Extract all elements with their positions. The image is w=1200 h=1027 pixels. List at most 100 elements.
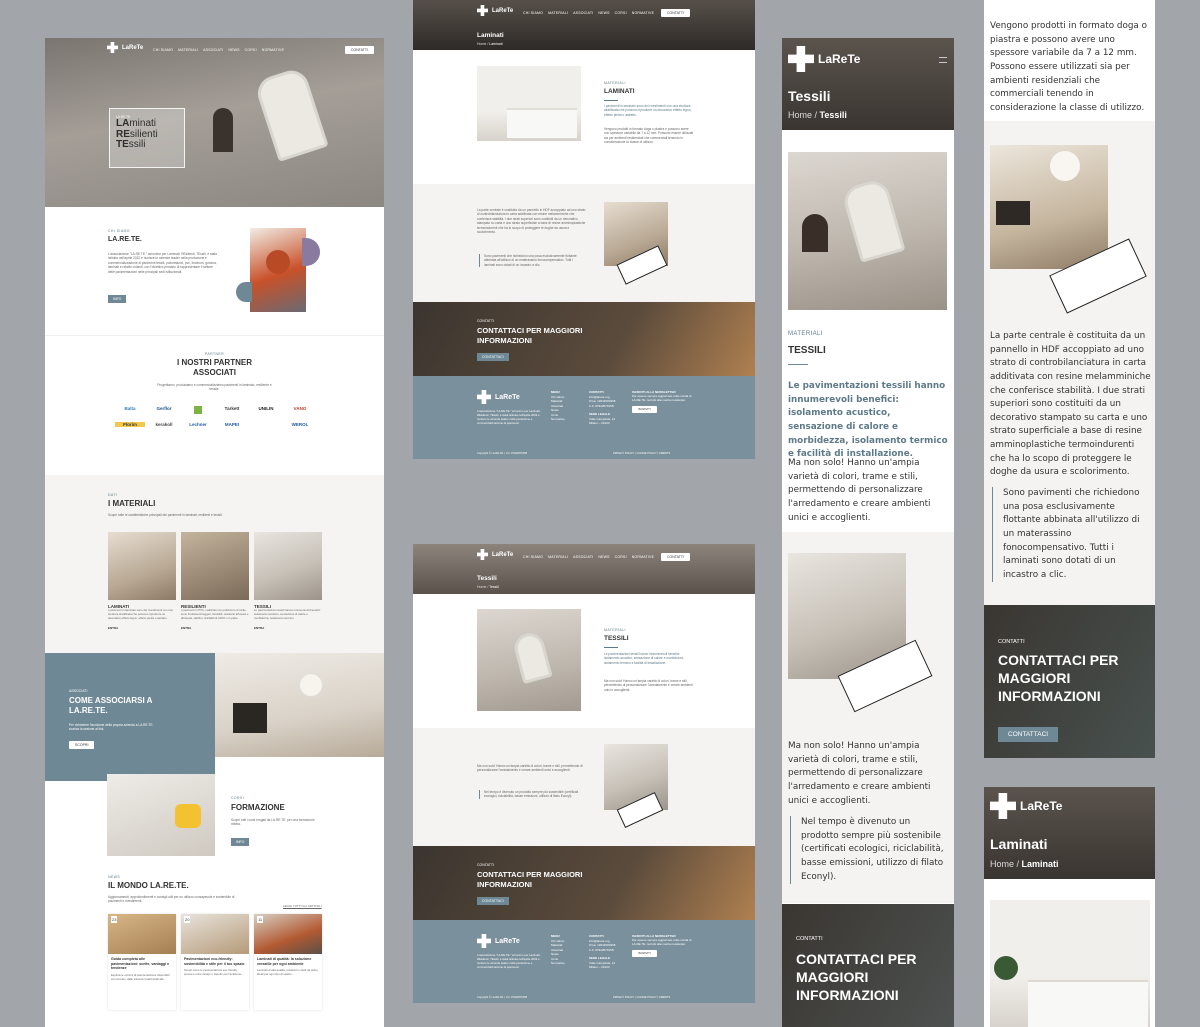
- tessili-title: TESSILI: [788, 345, 826, 356]
- breadcrumb-home[interactable]: Home: [477, 585, 486, 589]
- tessili-hero: LaReTe CHI SIAMO MATERIALI ASSOCIATI NEW…: [413, 544, 755, 594]
- nav-item-corsi[interactable]: CORSI: [615, 555, 627, 559]
- newsletter-button[interactable]: ISCRIVITI: [632, 949, 657, 958]
- newsletter-button[interactable]: ISCRIVITI: [632, 405, 657, 414]
- logo-text: LaReTe: [495, 937, 520, 945]
- material-card-photo: [254, 532, 322, 600]
- footer-legal-links[interactable]: PRIVACY POLICY | COOKIE POLICY | CREDITS: [613, 996, 670, 999]
- footer-contacts: CONTATTI info@larete.org P.Iva: 13642060…: [589, 934, 615, 970]
- laminati-hero: LaReTe CHI SIAMO MATERIALI ASSOCIATI NEW…: [413, 0, 755, 50]
- hamburger-menu-icon[interactable]: [939, 57, 947, 63]
- footer-legal-links[interactable]: PRIVACY POLICY | COOKIE POLICY | CREDITS: [613, 452, 670, 455]
- about-shape-slate: [236, 282, 252, 302]
- associate-button[interactable]: SCOPRI: [69, 741, 95, 749]
- about-info-button[interactable]: INFO: [108, 295, 127, 303]
- nav-item-news[interactable]: NEWS: [598, 555, 609, 559]
- nav-item-associati[interactable]: ASSOCIATI: [573, 11, 593, 15]
- contact-title: CONTATTACI PER MAGGIORI INFORMAZIONI: [477, 870, 583, 889]
- pendant-lamp: [299, 673, 323, 697]
- site-logo[interactable]: LaReTe: [477, 549, 513, 560]
- training-info-button[interactable]: INFO: [231, 838, 250, 846]
- partner-logo-vano[interactable]: VANO: [285, 406, 315, 414]
- material-card-tessili[interactable]: TESSILI Le pavimentazioni tessili hanno …: [254, 532, 322, 630]
- footer-logo[interactable]: LaReTe: [477, 390, 520, 404]
- site-logo[interactable]: LaReTe: [990, 793, 1062, 819]
- laminati-intro-photo: [990, 900, 1150, 1027]
- breadcrumb-home[interactable]: Home: [788, 110, 812, 120]
- material-card-link[interactable]: ENTRA: [254, 626, 322, 630]
- news-body: Aggiornamenti, approfondimenti e consigl…: [108, 895, 235, 904]
- nav-item-materiali[interactable]: MATERIALI: [178, 48, 198, 52]
- nav-item-chi-siamo[interactable]: CHI SIAMO: [523, 11, 543, 15]
- nav-item-chi-siamo[interactable]: CHI SIAMO: [523, 555, 543, 559]
- nav-item-corsi[interactable]: CORSI: [615, 11, 627, 15]
- footer-logo[interactable]: LaReTe: [477, 934, 520, 948]
- partner-logo-unilin[interactable]: UNILIN: [251, 406, 281, 414]
- footer-menu: MENU Chi siamo Materiali Associati News …: [551, 390, 565, 422]
- nav-item-normative[interactable]: NORMATIVE: [632, 11, 654, 15]
- partner-logo-mapei[interactable]: MAPEI: [217, 422, 247, 427]
- news-card-title: Pavimentazioni eco-friendly: sostenibili…: [184, 957, 245, 966]
- material-card-body: I pavimenti in PVC, realizzati con polic…: [181, 609, 249, 620]
- material-card-link[interactable]: ENTRA: [181, 626, 249, 630]
- contact-kicker: CONTATTI: [998, 639, 1025, 645]
- mobile-hero: LaReTe Tessili Home / Tessili: [782, 38, 954, 130]
- training-title: FORMAZIONE: [231, 803, 285, 812]
- nav-item-normative[interactable]: NORMATIVE: [262, 48, 284, 52]
- news-all-link[interactable]: LEGGI TUTTI GLI ARTICOLI: [283, 904, 322, 908]
- contact-button[interactable]: CONTATTACI: [998, 727, 1059, 742]
- nav-item-news[interactable]: NEWS: [598, 11, 609, 15]
- news-card[interactable]: 11 Laminati di qualità: la soluzione ver…: [254, 914, 322, 1010]
- site-logo[interactable]: LaReTe: [788, 46, 860, 72]
- contact-nav-button[interactable]: CONTATTI: [345, 46, 374, 54]
- contact-nav-button[interactable]: CONTATTI: [661, 9, 690, 17]
- site-logo[interactable]: LaReTe: [107, 42, 143, 53]
- nav-item-news[interactable]: NEWS: [228, 48, 239, 52]
- fireplace: [233, 703, 267, 733]
- contact-nav-button[interactable]: CONTATTI: [661, 553, 690, 561]
- partner-logo-werol[interactable]: WEROL: [285, 422, 315, 427]
- news-card-body: Laminati di alta qualità, resistenti e f…: [257, 968, 319, 977]
- partner-logo-green[interactable]: [194, 406, 202, 414]
- nav-item-normative[interactable]: NORMATIVE: [632, 555, 654, 559]
- about-kicker: CHI SIAMO: [108, 229, 130, 233]
- partner-logo-balta[interactable]: Balta: [115, 406, 145, 414]
- breadcrumb-current: Laminati: [1021, 859, 1059, 869]
- footer-menu-item[interactable]: Normative: [551, 961, 565, 966]
- nav-item-associati[interactable]: ASSOCIATI: [203, 48, 223, 52]
- about-body: L'associazione "LA.RE.TE." acronimo per …: [108, 252, 217, 274]
- hero-side-table: [213, 108, 233, 152]
- partner-logo-kerakoll[interactable]: kerakoll: [149, 422, 179, 427]
- nav-item-materiali[interactable]: MATERIALI: [548, 555, 568, 559]
- contact-button[interactable]: CONTATTACI: [477, 353, 509, 361]
- breadcrumb-home[interactable]: Home: [477, 42, 486, 46]
- about-photo: [250, 228, 306, 312]
- footer-contacts: CONTATTI info@larete.org P.Iva: 13642060…: [589, 390, 615, 426]
- partner-logo-lechner[interactable]: Lechner: [183, 422, 213, 427]
- contact-kicker: CONTATTI: [477, 319, 494, 323]
- training-kicker: CORSI: [231, 796, 245, 800]
- site-logo[interactable]: LaReTe: [477, 5, 513, 16]
- material-card-laminati[interactable]: LAMINATI I pavimenti in laminato sono de…: [108, 532, 176, 630]
- logo-cross-icon: [477, 5, 488, 16]
- nav-item-associati[interactable]: ASSOCIATI: [573, 555, 593, 559]
- partner-logo-tarkett[interactable]: Tarkett: [217, 406, 247, 414]
- partner-logo-florim[interactable]: Florim: [115, 422, 145, 427]
- news-card[interactable]: 20 Pavimentazioni eco-friendly: sostenib…: [181, 914, 249, 1010]
- nav-item-chi-siamo[interactable]: CHI SIAMO: [153, 48, 173, 52]
- partners-kicker: PARTNER: [204, 352, 225, 356]
- material-card-link[interactable]: ENTRA: [108, 626, 176, 630]
- main-nav: CHI SIAMO MATERIALI ASSOCIATI NEWS CORSI…: [523, 11, 654, 15]
- nav-item-corsi[interactable]: CORSI: [245, 48, 257, 52]
- training-photo: [107, 774, 215, 856]
- news-card[interactable]: 23 Guida completa alle pavimentazioni: s…: [108, 914, 176, 1010]
- contact-button[interactable]: CONTATTACI: [477, 897, 509, 905]
- breadcrumb-home[interactable]: Home: [990, 859, 1014, 869]
- footer-menu-item[interactable]: Normative: [551, 417, 565, 422]
- nav-item-materiali[interactable]: MATERIALI: [548, 11, 568, 15]
- footer-fiscal-code: C.F. 97942570158: [589, 947, 614, 952]
- material-card-resilienti[interactable]: RESILIENTI I pavimenti in PVC, realizzat…: [181, 532, 249, 630]
- tessili-lead: Le pavimentazioni tessili hanno innumere…: [788, 381, 948, 460]
- partner-logo-gerflor[interactable]: Gerflor: [149, 406, 179, 414]
- footer-newsletter: ISCRIVITI ALLA NEWSLETTER Per essere sem…: [632, 934, 692, 958]
